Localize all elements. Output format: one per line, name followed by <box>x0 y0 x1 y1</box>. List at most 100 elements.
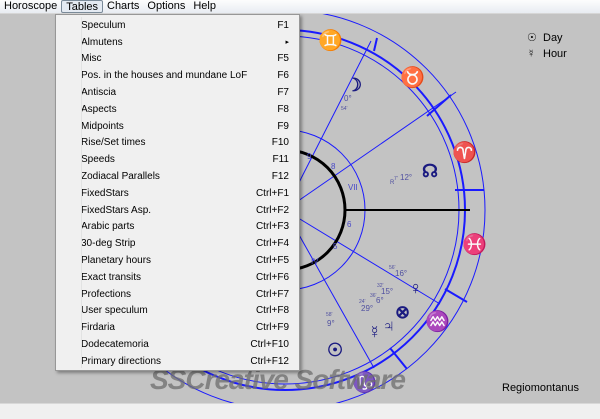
planet-sun: ☉ <box>327 340 343 360</box>
menu-item-pos-in-the-houses-and-mundane-lof[interactable]: Pos. in the houses and mundane LoF F6 <box>56 67 299 84</box>
menu-item-label: Antiscia <box>81 87 117 99</box>
menu-item-shortcut: F7 <box>277 87 289 99</box>
house-system-label: Regiomontanus <box>502 382 580 394</box>
menu-item-arabic-parts[interactable]: Arabic parts Ctrl+F3 <box>56 219 299 236</box>
menu-bar: Horoscope Tables Charts Options Help <box>0 0 600 14</box>
house-5: 5 <box>333 242 338 251</box>
mercury-icon: ☿ <box>527 48 536 60</box>
menu-item-shortcut: Ctrl+F10 <box>250 339 289 351</box>
sign-aquarius: ♒ <box>425 309 450 333</box>
menu-item-shortcut: Ctrl+F6 <box>255 271 289 283</box>
menu-item-shortcut: F11 <box>272 154 290 166</box>
svg-text:R: R <box>390 180 395 186</box>
planet-venus: ♀ <box>409 278 423 298</box>
house-8: 8 <box>331 162 336 171</box>
menu-item-shortcut: Ctrl+F7 <box>255 288 289 300</box>
menu-charts[interactable]: Charts <box>103 0 143 13</box>
menu-item-label: Dodecatemoria <box>81 339 149 351</box>
menu-item-shortcut: F9 <box>277 120 289 132</box>
svg-text:29°: 29° <box>361 304 373 313</box>
svg-text:16°: 16° <box>395 269 407 278</box>
house-4: IV <box>311 257 319 266</box>
menu-item-label: Speeds <box>81 154 115 166</box>
menu-item-misc[interactable]: Misc F5 <box>56 51 299 68</box>
menu-item-fixedstars[interactable]: FixedStars Ctrl+F1 <box>56 185 299 202</box>
legend-hour: ☿ Hour <box>527 48 567 60</box>
menu-item-speeds[interactable]: Speeds F11 <box>56 151 299 168</box>
menu-item-rise-set-times[interactable]: Rise/Set times F10 <box>56 135 299 152</box>
menu-item-label: User speculum <box>81 305 148 317</box>
svg-text:0°: 0° <box>344 94 352 103</box>
menu-item-dodecatemoria[interactable]: Dodecatemoria Ctrl+F10 <box>56 336 299 353</box>
menu-item-label: Firdaria <box>81 322 115 334</box>
menu-item-shortcut: Ctrl+F8 <box>255 305 289 317</box>
menu-item-shortcut: F5 <box>277 53 289 65</box>
menu-item-shortcut: Ctrl+F3 <box>255 221 289 233</box>
svg-text:12°: 12° <box>400 173 412 182</box>
menu-item-label: Rise/Set times <box>81 137 146 149</box>
menu-help[interactable]: Help <box>189 0 220 13</box>
sign-taurus: ♉ <box>400 65 425 89</box>
house-7: VII <box>348 183 358 192</box>
menu-item-label: Midpoints <box>81 120 124 132</box>
menu-item-shortcut: F1 <box>277 19 289 31</box>
svg-text:7': 7' <box>394 176 398 182</box>
svg-text:6°: 6° <box>376 296 384 305</box>
menu-options[interactable]: Options <box>143 0 189 13</box>
svg-text:32': 32' <box>377 283 384 289</box>
menu-item-label: Aspects <box>81 103 117 115</box>
menu-item-almutens[interactable]: Almutens ▸ <box>56 34 299 51</box>
svg-text:9°: 9° <box>327 319 335 328</box>
menu-item-fixedstars-asp[interactable]: FixedStars Asp. Ctrl+F2 <box>56 202 299 219</box>
menu-item-shortcut: Ctrl+F12 <box>250 355 289 367</box>
menu-item-shortcut: F6 <box>277 70 289 82</box>
svg-text:54': 54' <box>341 106 348 112</box>
menu-item-shortcut: F8 <box>277 103 289 115</box>
menu-item-midpoints[interactable]: Midpoints F9 <box>56 118 299 135</box>
menu-item-label: Almutens <box>81 36 123 48</box>
menu-item-profections[interactable]: Profections Ctrl+F7 <box>56 286 299 303</box>
menu-item-shortcut: Ctrl+F4 <box>255 238 289 250</box>
house-6: 6 <box>347 220 352 229</box>
svg-text:56': 56' <box>389 265 396 271</box>
tables-dropdown-menu: Speculum F1 Almutens ▸ Misc F5 Pos. in the hou… <box>55 14 300 371</box>
planet-node: ☊ <box>422 161 438 181</box>
menu-item-label: Pos. in the houses and mundane LoF <box>81 70 248 82</box>
planet-jupiter: ♃ <box>382 316 396 336</box>
legend-day: ☉ Day <box>527 32 563 44</box>
chart-legend: ☉ Day ☿ Hour <box>527 30 567 62</box>
menu-item-label: Exact transits <box>81 271 142 283</box>
menu-item-shortcut: Ctrl+F5 <box>255 255 289 267</box>
menu-item-user-speculum[interactable]: User speculum Ctrl+F8 <box>56 303 299 320</box>
sign-gemini: ♊ <box>318 28 343 52</box>
planet-moon: ☽ <box>346 75 362 95</box>
menu-tables[interactable]: Tables <box>61 0 103 13</box>
menu-item-label: Misc <box>81 53 102 65</box>
menu-item-zodiacal-parallels[interactable]: Zodiacal Parallels F12 <box>56 168 299 185</box>
sun-icon: ☉ <box>527 32 537 44</box>
menu-item-shortcut: Ctrl+F9 <box>255 322 289 334</box>
planet-mercury: ☿ <box>368 322 382 342</box>
menu-item-planetary-hours[interactable]: Planetary hours Ctrl+F5 <box>56 252 299 269</box>
svg-text:58': 58' <box>326 312 333 318</box>
menu-item-label: Planetary hours <box>81 255 152 267</box>
menu-item-antiscia[interactable]: Antiscia F7 <box>56 84 299 101</box>
menu-item-shortcut: Ctrl+F2 <box>255 204 289 216</box>
svg-text:36': 36' <box>370 293 377 299</box>
menu-item-firdaria[interactable]: Firdaria Ctrl+F9 <box>56 319 299 336</box>
house-cusp-8 <box>284 91 457 211</box>
menu-item-aspects[interactable]: Aspects F8 <box>56 101 299 118</box>
menu-item-label: Arabic parts <box>81 221 135 233</box>
menu-item-label: Primary directions <box>81 355 162 367</box>
menu-horoscope[interactable]: Horoscope <box>0 0 61 13</box>
sign-aries: ♈ <box>452 140 477 164</box>
menu-item-30-deg-strip[interactable]: 30-deg Strip Ctrl+F4 <box>56 235 299 252</box>
menu-item-speculum[interactable]: Speculum F1 <box>56 17 299 34</box>
submenu-arrow-icon: ▸ <box>285 39 289 47</box>
menu-item-exact-transits[interactable]: Exact transits Ctrl+F6 <box>56 269 299 286</box>
svg-text:24': 24' <box>359 299 366 305</box>
menu-item-label: 30-deg Strip <box>81 238 136 250</box>
menu-item-label: Profections <box>81 288 132 300</box>
menu-item-primary-directions[interactable]: Primary directions Ctrl+F12 <box>56 353 299 370</box>
sign-pisces: ♓ <box>462 232 487 256</box>
